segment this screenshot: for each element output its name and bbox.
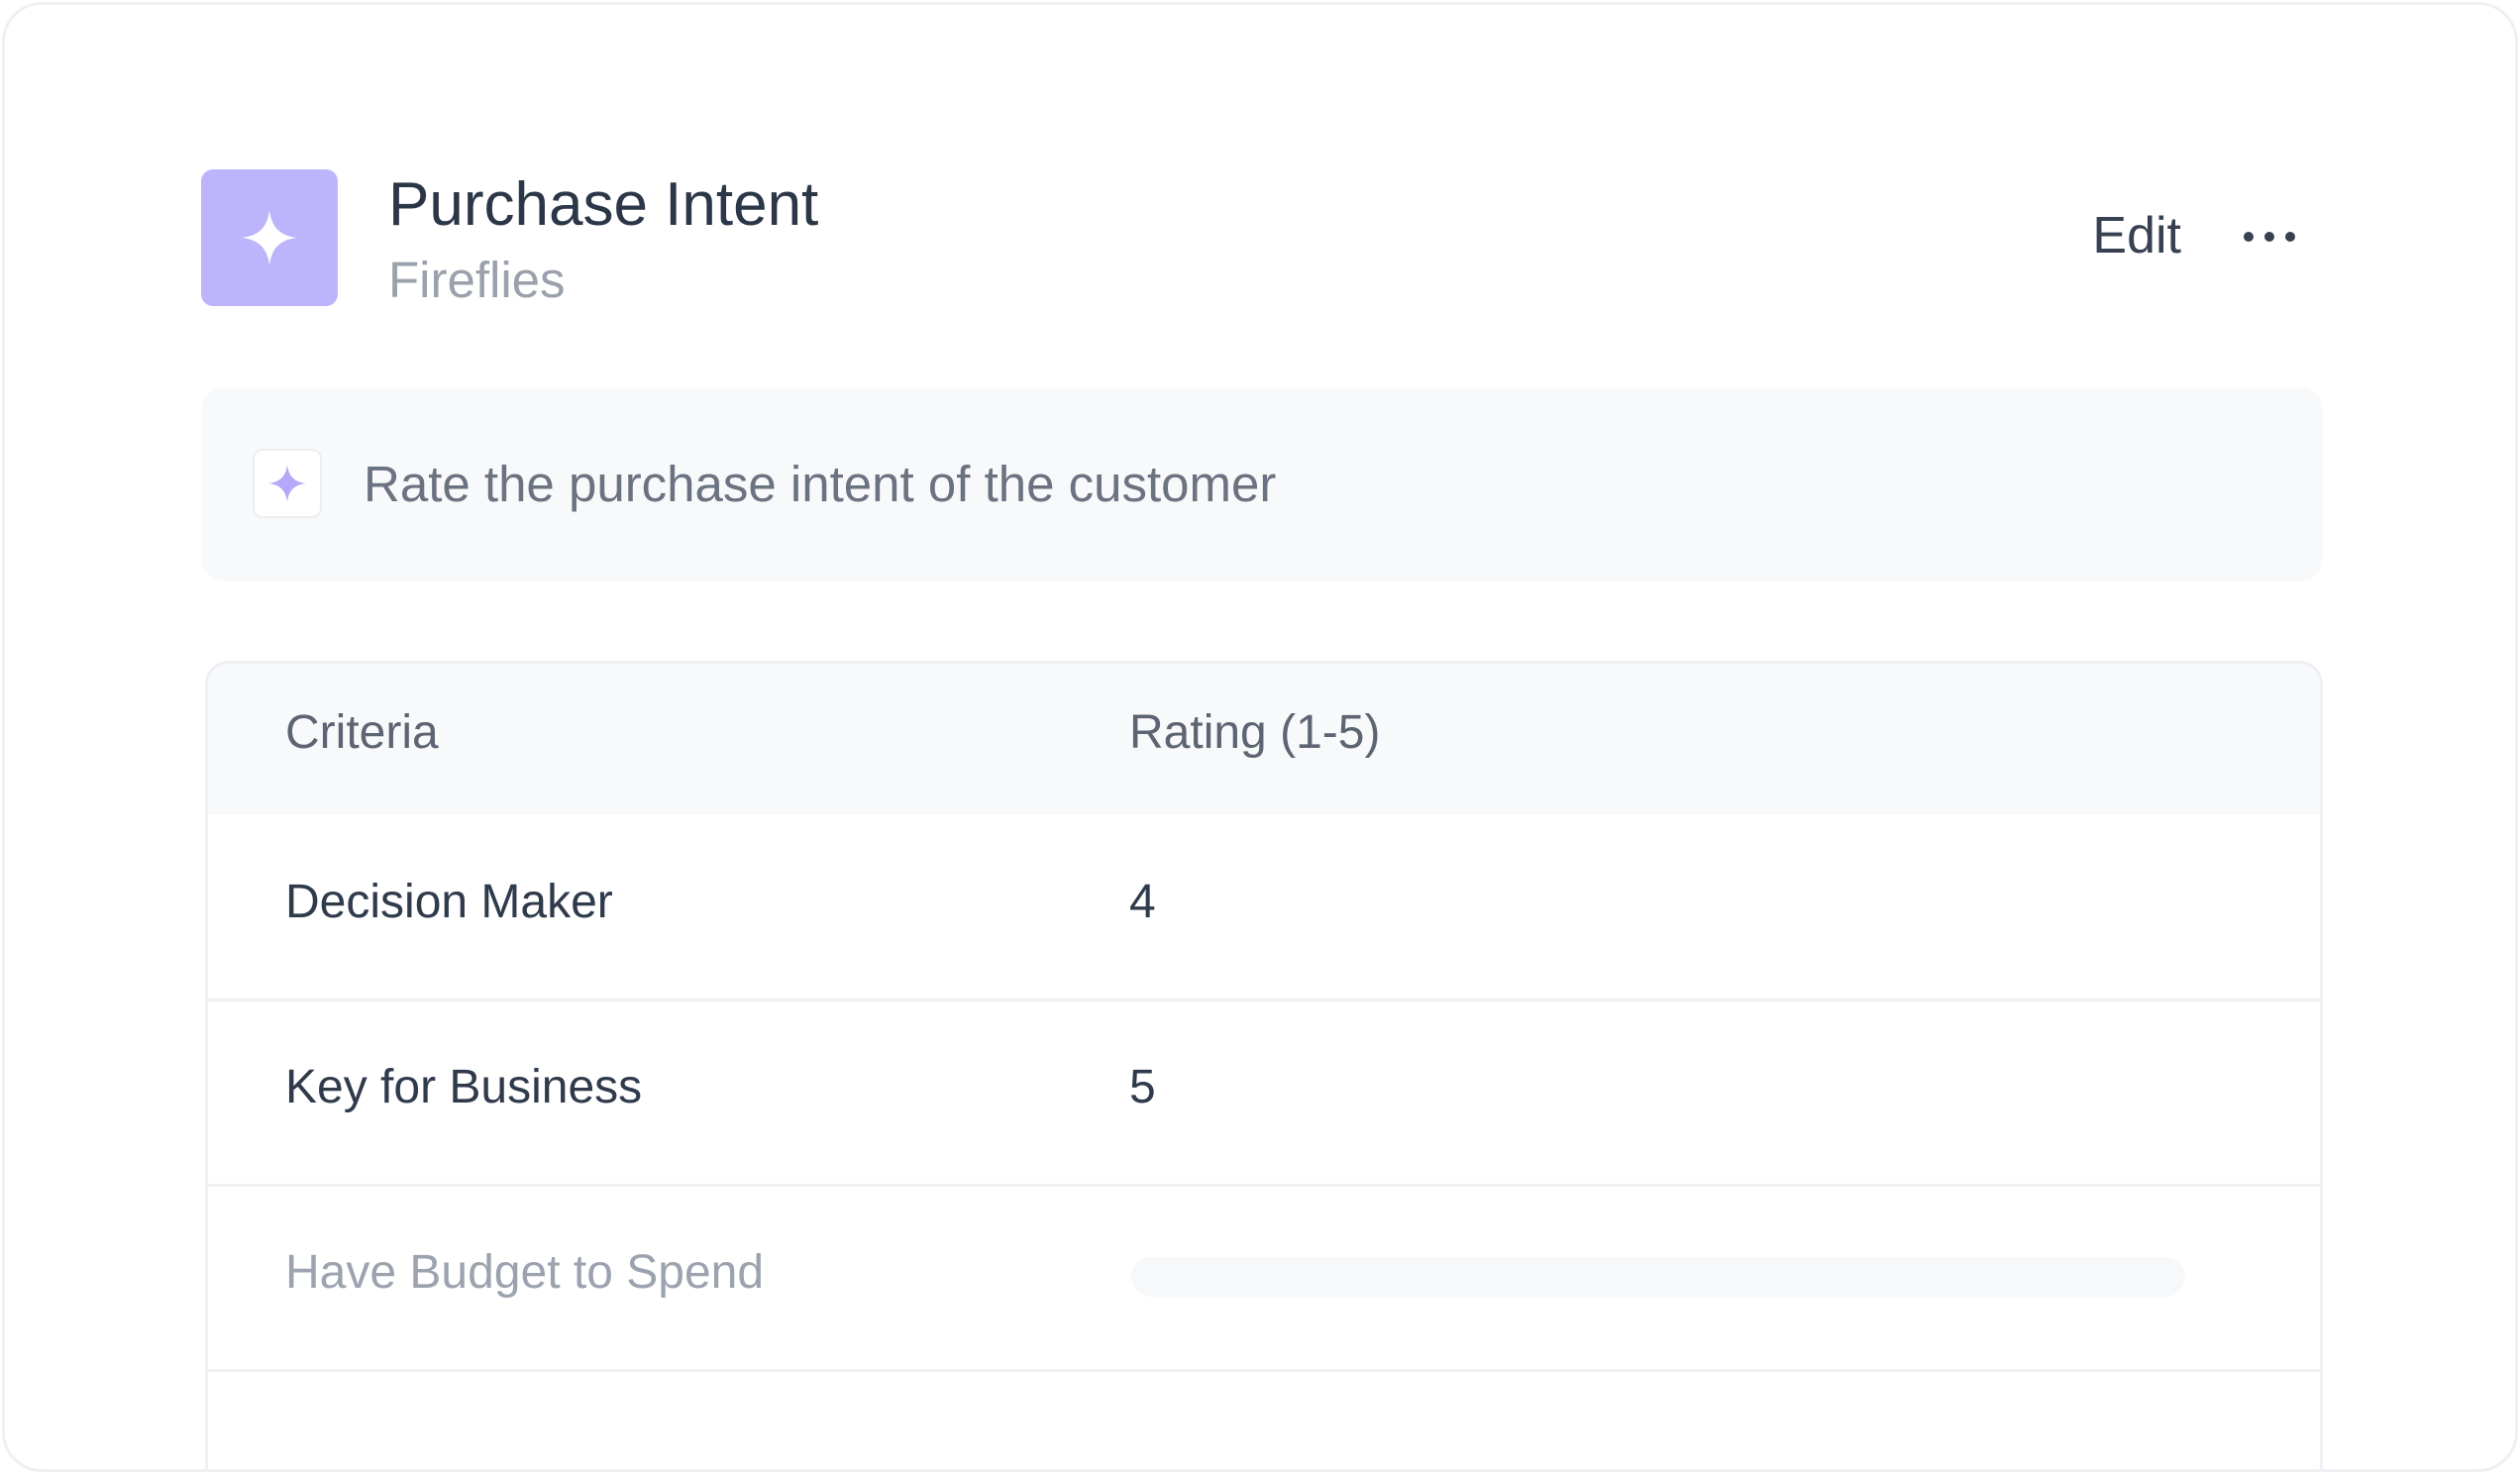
criteria-table: Criteria Rating (1-5) Decision Maker 4 K… <box>205 661 2323 1469</box>
edit-button[interactable]: Edit <box>2092 205 2181 266</box>
app-icon <box>201 169 338 306</box>
page-title: Purchase Intent <box>388 170 819 239</box>
criteria-cell: Key for Business <box>285 1061 643 1113</box>
criteria-cell: Decision Maker <box>285 876 613 928</box>
purchase-intent-card: Purchase Intent Fireflies Edit Rate the … <box>2 2 2518 1472</box>
table-row: Key for Business 5 <box>208 1000 2320 1187</box>
column-header-criteria: Criteria <box>285 706 439 759</box>
rating-cell: 5 <box>1129 1061 1156 1113</box>
sparkle-icon <box>268 465 306 502</box>
table-row: Have Budget to Spend <box>208 1185 2320 1372</box>
table-row: Decision Maker 4 <box>208 814 2320 1001</box>
source-label: Fireflies <box>388 252 566 308</box>
card-header: Purchase Intent Fireflies Edit <box>201 169 2323 308</box>
prompt-icon-box <box>253 449 322 518</box>
prompt-box: Rate the purchase intent of the customer <box>201 387 2323 581</box>
sparkle-icon <box>242 210 297 265</box>
column-header-rating: Rating (1-5) <box>1129 706 1381 759</box>
prompt-text: Rate the purchase intent of the customer <box>364 456 1277 512</box>
more-horizontal-icon <box>2244 232 2295 242</box>
more-options-button[interactable] <box>2234 209 2305 264</box>
criteria-cell: Have Budget to Spend <box>285 1246 765 1299</box>
table-header: Criteria Rating (1-5) <box>208 664 2320 814</box>
rating-cell: 4 <box>1129 876 1156 928</box>
rating-loading-placeholder <box>1131 1257 2185 1297</box>
